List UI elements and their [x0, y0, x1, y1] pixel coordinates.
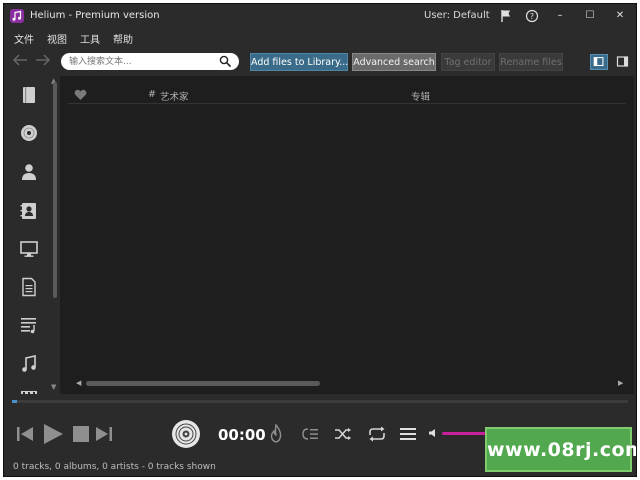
- rename-files-button[interactable]: Rename files: [499, 53, 563, 71]
- helium-app-icon: [10, 9, 24, 23]
- column-album[interactable]: 专辑: [411, 89, 430, 103]
- library-sidebar: ▲ ▼: [4, 76, 60, 394]
- person-icon[interactable]: [18, 161, 40, 183]
- horizontal-scrollbar-thumb[interactable]: [86, 381, 320, 386]
- minimize-button[interactable]: –: [552, 8, 568, 24]
- close-button[interactable]: ✕: [612, 8, 628, 24]
- menu-bar: 文件 视图 工具 帮助: [4, 29, 636, 47]
- advanced-search-button[interactable]: Advanced search: [352, 53, 436, 71]
- column-artist[interactable]: 艺术家: [160, 89, 189, 103]
- playlist-icon[interactable]: [18, 314, 40, 336]
- forward-arrow-icon[interactable]: [33, 52, 53, 68]
- sidebar-scrollbar-thumb[interactable]: [53, 82, 57, 298]
- cd-disc-icon[interactable]: [171, 419, 201, 449]
- menu-tools[interactable]: 工具: [80, 31, 100, 46]
- help-icon[interactable]: ?: [524, 8, 540, 24]
- track-list-panel: # 艺术家 专辑 ◀ ▶: [60, 76, 634, 394]
- disc-icon[interactable]: [18, 122, 40, 144]
- tag-editor-button[interactable]: Tag editor: [441, 53, 495, 71]
- flag-icon[interactable]: [498, 8, 514, 24]
- search-icon[interactable]: [219, 55, 232, 68]
- back-arrow-icon[interactable]: [10, 52, 30, 68]
- watermark: www.08rj.com: [485, 427, 637, 472]
- svg-text:?: ?: [530, 12, 534, 21]
- shuffle-icon[interactable]: [333, 426, 353, 442]
- right-panel-toggle-icon[interactable]: [614, 54, 632, 70]
- monitor-icon[interactable]: [18, 238, 40, 260]
- window-title: Helium - Premium version: [30, 10, 160, 21]
- left-panel-toggle-icon[interactable]: [590, 54, 608, 70]
- scroll-right-icon[interactable]: ▶: [618, 379, 623, 387]
- elapsed-time: 00:00: [218, 426, 266, 444]
- menu-view[interactable]: 视图: [47, 31, 67, 46]
- film-icon[interactable]: [18, 388, 40, 394]
- app-window: Helium - Premium version User: Default ?…: [3, 3, 637, 477]
- watermark-text: www.08rj.com: [487, 439, 637, 461]
- scroll-left-icon[interactable]: ◀: [76, 379, 81, 387]
- search-input[interactable]: [69, 55, 209, 68]
- menu-help[interactable]: 帮助: [113, 31, 133, 46]
- maximize-button[interactable]: ☐: [582, 8, 598, 24]
- add-files-button[interactable]: Add files to Library...: [250, 53, 348, 71]
- sidebar-scroll-down-icon[interactable]: ▼: [51, 384, 59, 391]
- music-note-icon[interactable]: [18, 353, 40, 375]
- seek-bar[interactable]: [12, 400, 628, 403]
- search-box: [61, 53, 239, 70]
- menu-file[interactable]: 文件: [14, 31, 34, 46]
- column-track-number[interactable]: #: [148, 89, 156, 100]
- user-label[interactable]: User: Default: [424, 10, 490, 21]
- next-track-icon[interactable]: [93, 424, 115, 444]
- seek-bar-handle[interactable]: [12, 400, 17, 403]
- book-icon[interactable]: [18, 84, 40, 106]
- contact-book-icon[interactable]: [18, 200, 40, 222]
- stop-icon[interactable]: [71, 425, 91, 443]
- menu-list-icon[interactable]: [399, 426, 417, 442]
- play-icon[interactable]: [40, 422, 66, 446]
- status-text: 0 tracks, 0 albums, 0 artists - 0 tracks…: [13, 462, 216, 472]
- toolbar: Add files to Library... Advanced search …: [4, 49, 636, 73]
- repeat-icon[interactable]: [366, 425, 388, 443]
- volume-slider[interactable]: [442, 432, 488, 435]
- document-icon[interactable]: [18, 276, 40, 298]
- volume-icon[interactable]: [428, 428, 438, 438]
- title-bar: Helium - Premium version User: Default ?…: [4, 4, 636, 28]
- previous-track-icon[interactable]: [14, 424, 36, 444]
- queue-icon[interactable]: [300, 426, 320, 442]
- heart-icon[interactable]: [74, 89, 87, 101]
- flame-icon[interactable]: [267, 424, 285, 444]
- table-header: # 艺术家 专辑: [68, 86, 626, 104]
